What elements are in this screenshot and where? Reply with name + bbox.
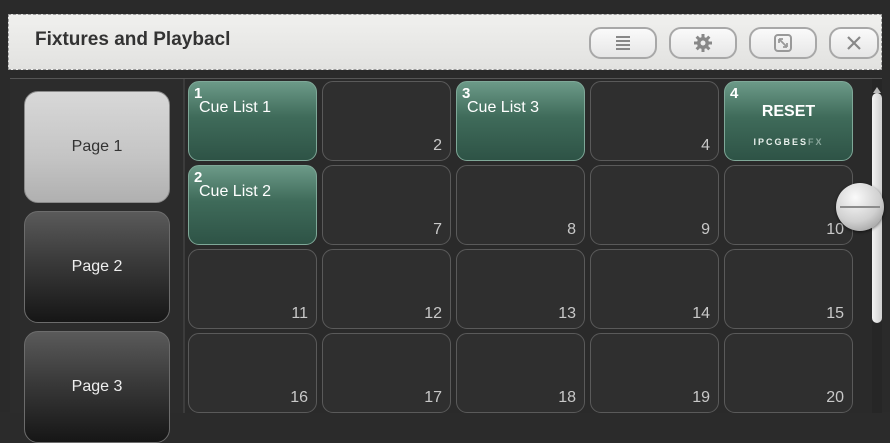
playback-cell-10[interactable]: 10	[724, 165, 853, 245]
window-title: Fixtures and Playbacl	[35, 29, 231, 50]
playback-cell-2[interactable]: 2	[322, 81, 451, 161]
resize-button[interactable]	[749, 27, 817, 59]
playback-cell-20[interactable]: 20	[724, 333, 853, 413]
page-2-button[interactable]: Page 2	[24, 211, 170, 323]
cue-flags: IPCGBESFX	[725, 137, 852, 147]
fixtures-playback-window: Fixtures and Playbacl Page 1 Page 2 Page…	[0, 0, 890, 443]
slot-number: 2	[433, 137, 442, 154]
cue-name: RESET	[761, 103, 816, 120]
playback-cell-1[interactable]: 1 Cue List 1	[188, 81, 317, 161]
slot-number: 12	[424, 305, 442, 322]
playback-cell-6[interactable]: 2 Cue List 2	[188, 165, 317, 245]
playback-cell-8[interactable]: 8	[456, 165, 585, 245]
slot-number: 9	[701, 221, 710, 238]
playback-cell-12[interactable]: 12	[322, 249, 451, 329]
slot-number: 18	[558, 389, 576, 406]
cue-number: 4	[730, 85, 739, 102]
gear-icon	[693, 33, 713, 53]
cue-name: Cue List 2	[199, 183, 272, 200]
settings-button[interactable]	[669, 27, 737, 59]
playback-cell-4[interactable]: 4	[590, 81, 719, 161]
playback-cell-3[interactable]: 3 Cue List 3	[456, 81, 585, 161]
playback-cell-19[interactable]: 19	[590, 333, 719, 413]
slot-number: 7	[433, 221, 442, 238]
menu-icon	[615, 34, 631, 52]
vertical-scrollbar[interactable]	[872, 79, 882, 413]
page-label: Page 2	[71, 258, 123, 275]
page-1-button[interactable]: Page 1	[24, 91, 170, 203]
cue-name: Cue List 3	[467, 99, 540, 116]
playback-cell-18[interactable]: 18	[456, 333, 585, 413]
page-label: Page 1	[71, 138, 123, 155]
playback-cell-11[interactable]: 11	[188, 249, 317, 329]
cue-flags-active: IPCGBES	[753, 137, 808, 147]
page-3-button[interactable]: Page 3	[24, 331, 170, 443]
slot-number: 14	[692, 305, 710, 322]
title-bar[interactable]: Fixtures and Playbacl	[8, 14, 882, 70]
slot-number: 4	[701, 137, 710, 154]
playback-cell-13[interactable]: 13	[456, 249, 585, 329]
slot-number: 11	[291, 305, 308, 322]
playback-cell-15[interactable]: 15	[724, 249, 853, 329]
close-button[interactable]	[829, 27, 879, 59]
playback-cell-17[interactable]: 17	[322, 333, 451, 413]
resize-icon	[773, 33, 793, 53]
content-area: Page 1 Page 2 Page 3 1 Cue List 1 2 3 Cu…	[10, 78, 884, 443]
playback-cell-9[interactable]: 9	[590, 165, 719, 245]
close-icon	[846, 35, 862, 51]
slot-number: 13	[558, 305, 576, 322]
menu-button[interactable]	[589, 27, 657, 59]
playback-cell-5[interactable]: 4 RESET IPCGBESFX	[724, 81, 853, 161]
page-sidebar: Page 1 Page 2 Page 3	[10, 79, 185, 443]
playback-cell-14[interactable]: 14	[590, 249, 719, 329]
slot-number: 16	[290, 389, 308, 406]
slot-number: 17	[424, 389, 442, 406]
playback-cell-16[interactable]: 16	[188, 333, 317, 413]
playback-cell-7[interactable]: 7	[322, 165, 451, 245]
page-label: Page 3	[71, 378, 123, 395]
slot-number: 19	[692, 389, 710, 406]
scroll-wheel-knob[interactable]	[836, 183, 884, 231]
slot-number: 8	[567, 221, 576, 238]
cue-flags-dim: FX	[808, 137, 824, 147]
slot-number: 10	[826, 221, 844, 238]
slot-number: 20	[826, 389, 844, 406]
cue-name: Cue List 1	[199, 99, 272, 116]
slot-number: 15	[826, 305, 844, 322]
